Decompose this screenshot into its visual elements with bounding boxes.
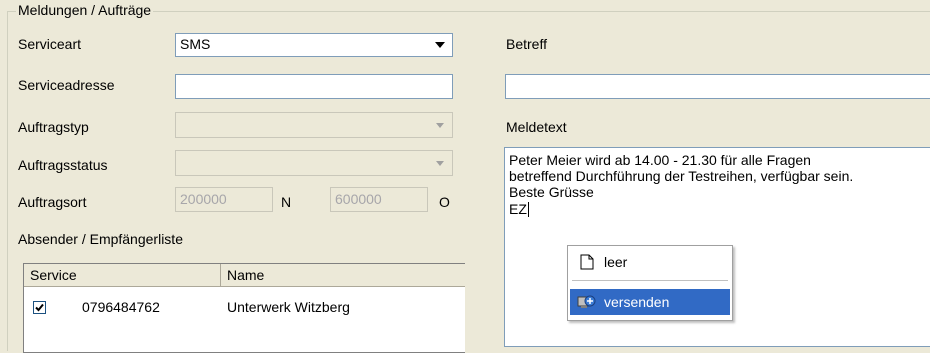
meldetext-line: betreffend Durchführung der Testreihen, …	[509, 168, 854, 184]
menu-item-label: versenden	[604, 294, 670, 310]
meldetext-line: EZ	[509, 201, 527, 217]
serviceadresse-label: Serviceadresse	[18, 77, 115, 93]
east-unit-label: O	[439, 194, 450, 210]
auftragsort-north-input[interactable]: 200000	[175, 187, 273, 212]
menu-item-versenden[interactable]: versenden	[570, 289, 730, 315]
betreff-input[interactable]	[505, 74, 930, 99]
meldetext-label: Meldetext	[506, 119, 567, 135]
chevron-down-icon	[429, 114, 451, 136]
auftragsstatus-label: Auftragsstatus	[18, 157, 108, 173]
north-unit-label: N	[281, 194, 292, 210]
serviceart-select[interactable]: SMS	[175, 33, 453, 57]
list-header: Service Name	[24, 264, 465, 287]
auftragstyp-select[interactable]	[175, 112, 453, 138]
menu-separator	[572, 280, 728, 281]
meldetext-line: Peter Meier wird ab 14.00 - 21.30 für al…	[509, 152, 811, 168]
serviceadresse-input[interactable]	[175, 74, 453, 99]
send-icon	[570, 293, 604, 311]
betreff-label: Betreff	[506, 36, 547, 52]
auftragstyp-label: Auftragstyp	[18, 119, 89, 135]
row-name: Unterwerk Witzberg	[227, 299, 350, 315]
menu-item-label: leer	[604, 254, 628, 270]
auftragsstatus-select[interactable]	[175, 150, 453, 176]
serviceart-value: SMS	[180, 36, 211, 52]
column-header-service[interactable]: Service	[24, 264, 221, 286]
checkmark-icon	[35, 303, 44, 312]
chevron-down-icon[interactable]	[429, 35, 451, 55]
page-icon	[570, 254, 604, 270]
row-checkbox[interactable]	[33, 301, 46, 314]
row-service: 0796484762	[82, 299, 160, 315]
group-title: Meldungen / Aufträge	[16, 2, 154, 18]
serviceart-label: Serviceart	[18, 36, 82, 52]
recipients-title: Absender / Empfängerliste	[18, 231, 183, 247]
text-caret	[528, 202, 529, 217]
column-header-name[interactable]: Name	[221, 264, 466, 286]
meldetext-line: Beste Grüsse	[509, 184, 594, 200]
context-menu: leer versenden	[567, 245, 733, 321]
east-value: 600000	[335, 191, 382, 207]
chevron-down-icon	[429, 152, 451, 174]
north-value: 200000	[180, 191, 227, 207]
menu-item-leer[interactable]: leer	[570, 249, 730, 275]
auftragsort-label: Auftragsort	[18, 194, 87, 210]
auftragsort-east-input[interactable]: 600000	[330, 187, 428, 212]
